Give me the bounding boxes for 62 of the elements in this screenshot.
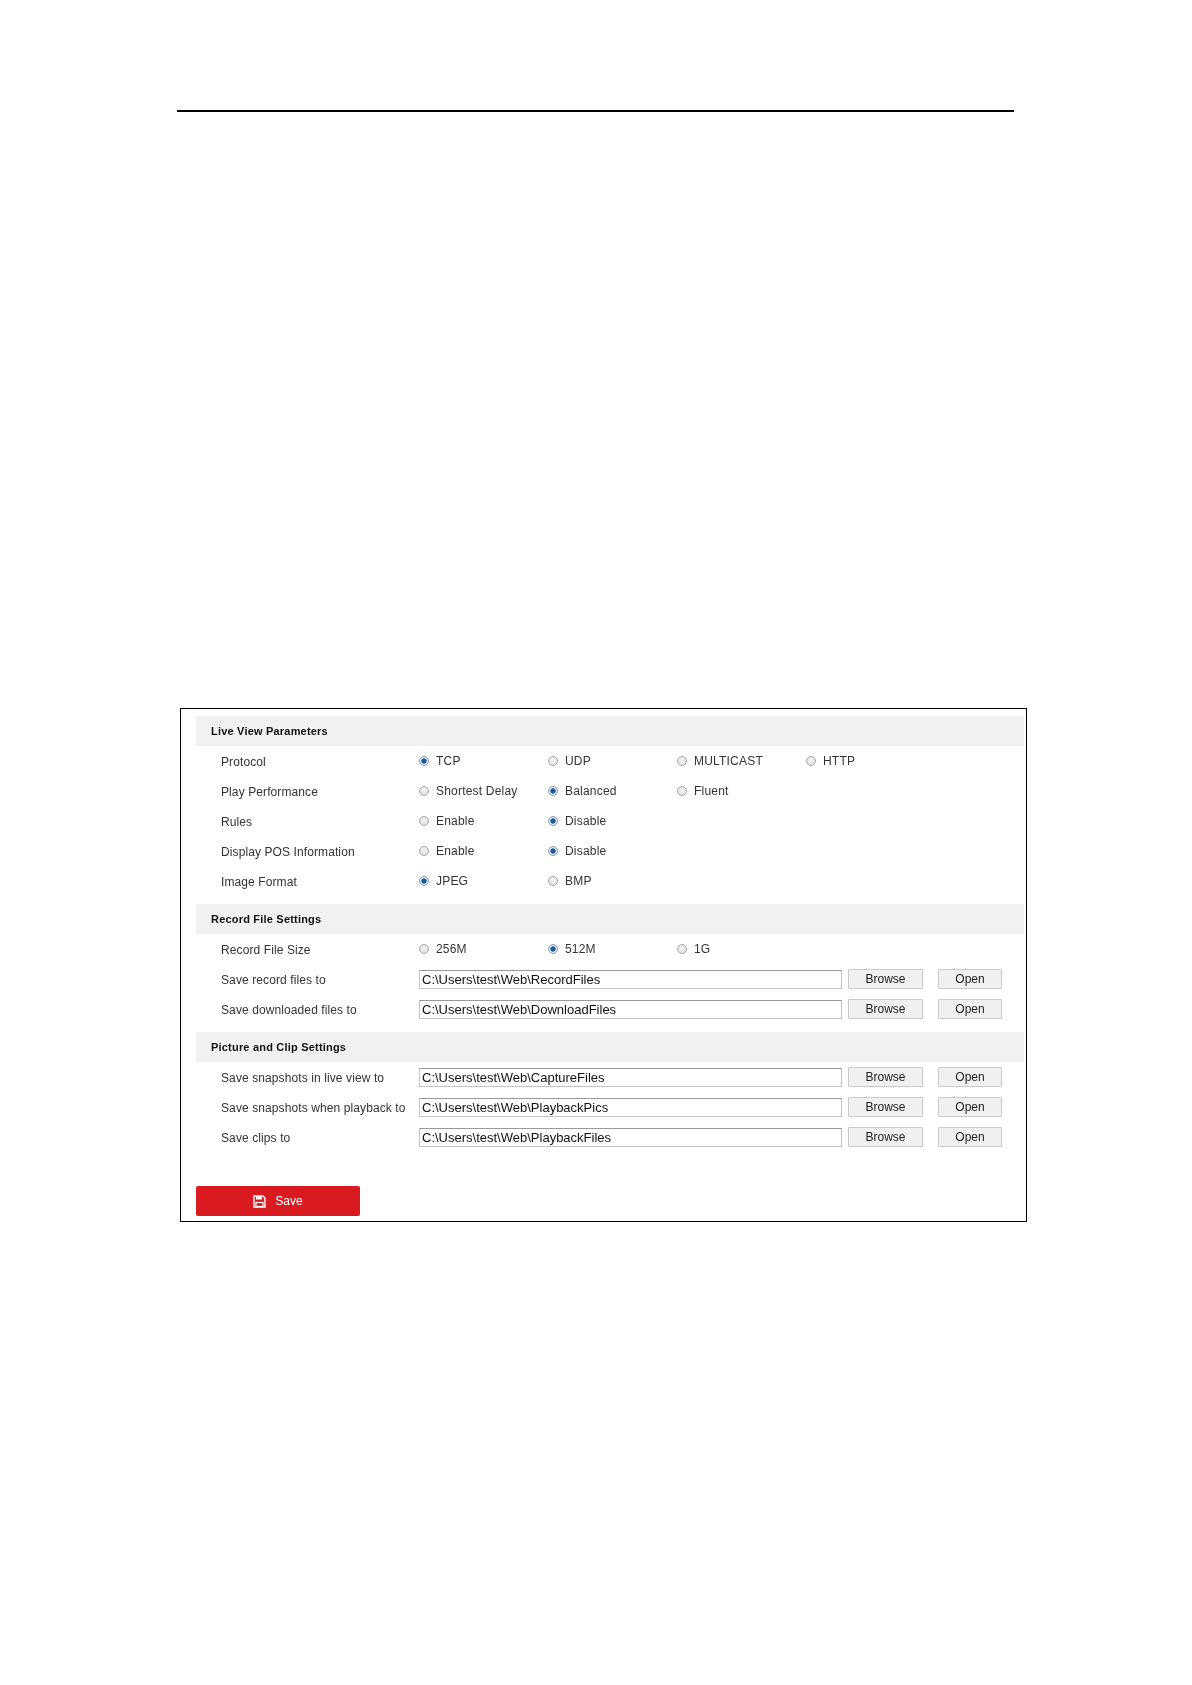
browse-button[interactable]: Browse xyxy=(848,1127,923,1147)
open-button[interactable]: Open xyxy=(938,1097,1002,1117)
section-header: Picture and Clip Settings xyxy=(196,1032,1024,1062)
open-button[interactable]: Open xyxy=(938,999,1002,1019)
radio-icon[interactable] xyxy=(806,756,816,766)
radio-icon[interactable] xyxy=(677,786,687,796)
radio-option[interactable]: 512M xyxy=(548,942,596,956)
browse-button[interactable]: Browse xyxy=(848,969,923,989)
field-label: Save snapshots when playback to xyxy=(221,1101,406,1115)
radio-icon[interactable] xyxy=(548,876,558,886)
radio-icon[interactable] xyxy=(548,816,558,826)
radio-icon[interactable] xyxy=(677,756,687,766)
field-label: Save snapshots in live view to xyxy=(221,1071,385,1085)
path-field[interactable]: C:\Users\test\Web\DownloadFiles xyxy=(419,999,842,1019)
radio-option[interactable]: Balanced xyxy=(548,784,617,798)
radio-option[interactable]: HTTP xyxy=(806,754,856,768)
field-label: Display POS Information xyxy=(221,845,355,859)
radio-option[interactable]: Shortest Delay xyxy=(419,784,518,798)
radio-icon[interactable] xyxy=(548,944,558,954)
radio-option[interactable]: Fluent xyxy=(677,784,729,798)
field-label: Play Performance xyxy=(221,785,318,799)
radio-option[interactable]: 1G xyxy=(677,942,711,956)
radio-icon[interactable] xyxy=(419,944,429,954)
open-button[interactable]: Open xyxy=(938,969,1002,989)
path-field[interactable]: C:\Users\test\Web\PlaybackPics xyxy=(419,1097,842,1117)
field-label: Rules xyxy=(221,815,253,829)
radio-option[interactable]: TCP xyxy=(419,754,461,768)
radio-option[interactable]: UDP xyxy=(548,754,591,768)
radio-icon[interactable] xyxy=(548,846,558,856)
browse-button[interactable]: Browse xyxy=(848,1097,923,1117)
field-label: Save clips to xyxy=(221,1131,291,1145)
radio-option[interactable]: MULTICAST xyxy=(677,754,763,768)
browse-button[interactable]: Browse xyxy=(848,1067,923,1087)
section-header: Record File Settings xyxy=(196,904,1024,934)
open-button[interactable]: Open xyxy=(938,1067,1002,1087)
radio-icon[interactable] xyxy=(419,846,429,856)
section-header: Live View Parameters xyxy=(196,716,1024,746)
field-label: Record File Size xyxy=(221,943,311,957)
radio-icon[interactable] xyxy=(548,786,558,796)
radio-icon[interactable] xyxy=(677,944,687,954)
radio-icon[interactable] xyxy=(419,876,429,886)
radio-icon[interactable] xyxy=(548,756,558,766)
open-button[interactable]: Open xyxy=(938,1127,1002,1147)
radio-icon[interactable] xyxy=(419,816,429,826)
field-label: Protocol xyxy=(221,755,266,769)
radio-icon[interactable] xyxy=(419,756,429,766)
browse-button[interactable]: Browse xyxy=(848,999,923,1019)
radio-option[interactable]: Disable xyxy=(548,814,607,828)
path-field[interactable]: C:\Users\test\Web\CaptureFiles xyxy=(419,1067,842,1087)
path-field[interactable]: C:\Users\test\Web\PlaybackFiles xyxy=(419,1127,842,1147)
radio-option[interactable]: Disable xyxy=(548,844,607,858)
save-button[interactable]: Save xyxy=(196,1186,360,1216)
radio-option[interactable]: Enable xyxy=(419,814,475,828)
radio-option[interactable]: Enable xyxy=(419,844,475,858)
field-label: Save record files to xyxy=(221,973,326,987)
radio-option[interactable]: JPEG xyxy=(419,874,469,888)
radio-option[interactable]: 256M xyxy=(419,942,467,956)
radio-option[interactable]: BMP xyxy=(548,874,592,888)
radio-icon[interactable] xyxy=(419,786,429,796)
field-label: Image Format xyxy=(221,875,297,889)
field-label: Save downloaded files to xyxy=(221,1003,357,1017)
path-field[interactable]: C:\Users\test\Web\RecordFiles xyxy=(419,969,842,989)
